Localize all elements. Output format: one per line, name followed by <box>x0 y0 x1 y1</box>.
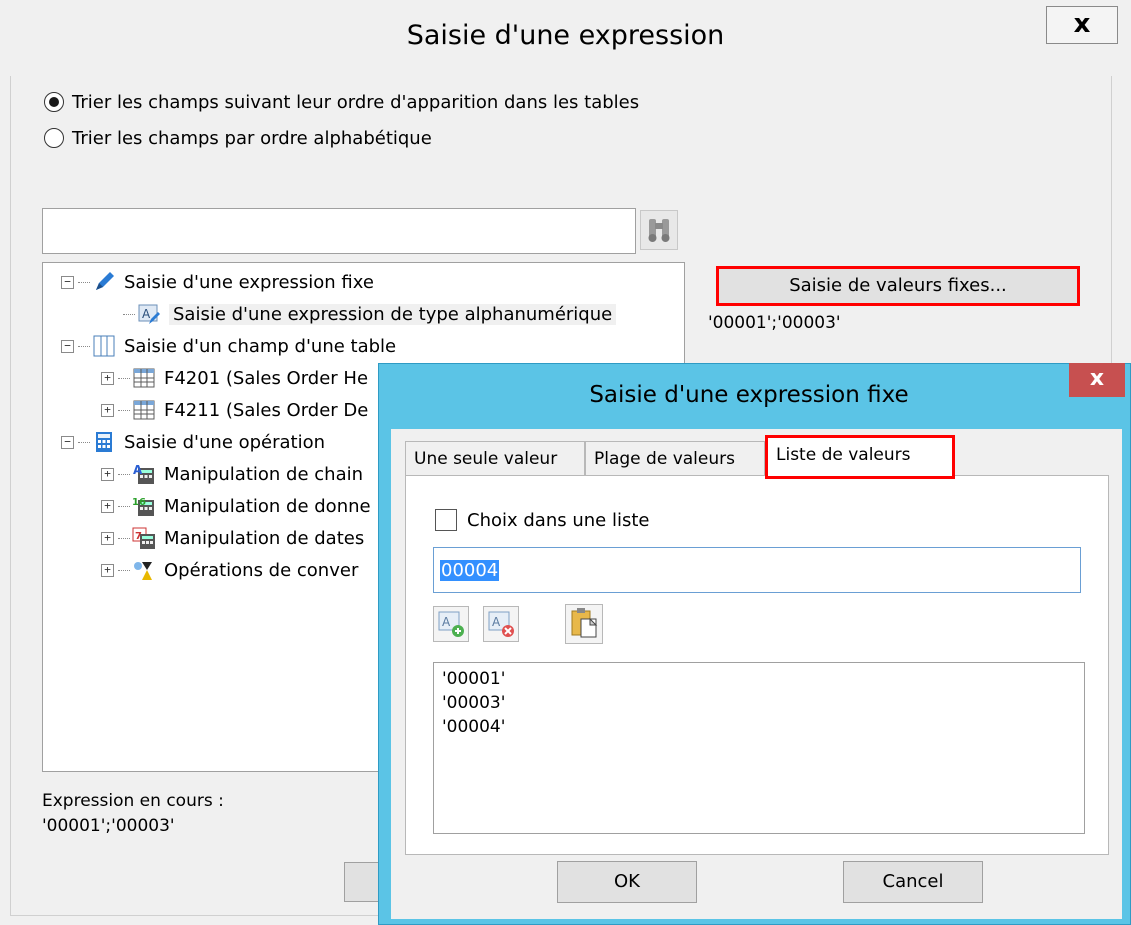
expand-toggle[interactable]: + <box>101 467 114 481</box>
value-input[interactable]: 00004 <box>433 547 1081 593</box>
collapse-toggle[interactable]: − <box>61 275 74 289</box>
svg-text:A: A <box>142 307 151 321</box>
pencil-icon <box>96 272 114 290</box>
svg-text:16: 16 <box>132 497 146 508</box>
number-calculator-icon: 16 <box>132 497 154 516</box>
remove-value-icon: A <box>488 611 514 637</box>
date-calculator-icon: 7 <box>132 527 155 549</box>
tab-single-value[interactable]: Une seule valeur <box>405 441 585 475</box>
sort-alphabetical-option[interactable]: Trier les champs par ordre alphabétique <box>44 124 432 152</box>
list-item[interactable]: '00003' <box>442 691 1076 715</box>
paste-button[interactable] <box>565 604 603 644</box>
tree-label: F4201 (Sales Order He <box>164 367 369 389</box>
tree-label: Saisie d'une expression de type alphanum… <box>169 303 617 325</box>
sort-by-table-order-label: Trier les champs suivant leur ordre d'ap… <box>72 91 640 113</box>
expand-toggle[interactable]: + <box>101 531 114 545</box>
tree-label: F4211 (Sales Order De <box>164 399 369 421</box>
table-columns-icon <box>93 335 115 357</box>
remove-value-button[interactable]: A <box>483 606 519 642</box>
paste-icon <box>571 608 598 638</box>
add-value-icon: A <box>438 611 464 637</box>
tree-label: Opérations de conver <box>164 559 359 581</box>
expand-toggle[interactable]: + <box>101 403 114 417</box>
close-button[interactable]: x <box>1069 363 1125 397</box>
value-input-text: 00004 <box>440 559 500 581</box>
values-list[interactable]: '00001' '00003' '00004' <box>433 662 1085 834</box>
fixed-values-button[interactable]: Saisie de valeurs fixes... <box>716 266 1080 306</box>
sort-by-table-order-option[interactable]: Trier les champs suivant leur ordre d'ap… <box>44 88 639 116</box>
dialog-body: Une seule valeur Plage de valeurs Liste … <box>391 429 1122 919</box>
tree-node-conversion-operations[interactable]: + Opérations de conver <box>101 555 358 585</box>
sort-alphabetical-label: Trier les champs par ordre alphabétique <box>72 127 432 149</box>
current-expression-label: Expression en cours : <box>42 791 224 811</box>
tree-node-operation[interactable]: − Saisie d'une opération <box>61 427 325 457</box>
svg-text:A: A <box>133 463 143 477</box>
conversion-icon <box>134 562 152 580</box>
tree-node-table-field[interactable]: − Saisie d'un champ d'une table <box>61 331 396 361</box>
fixed-expression-dialog: Saisie d'une expression fixe x Une seule… <box>378 363 1131 925</box>
svg-text:A: A <box>442 615 451 629</box>
alpha-edit-icon: A <box>138 304 160 324</box>
svg-text:A: A <box>492 615 501 629</box>
search-input[interactable] <box>42 208 636 254</box>
dialog-title: Saisie d'une expression <box>406 20 725 51</box>
fixed-values-summary: '00001';'00003' <box>708 313 841 333</box>
find-button[interactable] <box>640 210 678 250</box>
tree-label: Manipulation de dates <box>164 527 365 549</box>
tree-label: Saisie d'une opération <box>124 431 326 453</box>
choose-from-list-option[interactable]: Choix dans une liste <box>435 505 649 535</box>
expand-toggle[interactable]: + <box>101 563 114 577</box>
expand-toggle[interactable]: + <box>101 499 114 513</box>
add-value-button[interactable]: A <box>433 606 469 642</box>
tab-value-range[interactable]: Plage de valeurs <box>585 441 765 475</box>
tree-label: Manipulation de donne <box>164 495 371 517</box>
ok-button[interactable]: OK <box>557 861 697 903</box>
tree-node-data-manipulation[interactable]: + 16 Manipulation de donne <box>101 491 371 521</box>
list-item[interactable]: '00004' <box>442 715 1076 739</box>
close-button[interactable]: x <box>1046 6 1118 44</box>
checkbox-label: Choix dans une liste <box>467 509 650 531</box>
tree-label: Saisie d'une expression fixe <box>124 271 374 293</box>
checkbox[interactable] <box>435 509 457 531</box>
collapse-toggle[interactable]: − <box>61 435 74 449</box>
collapse-toggle[interactable]: − <box>61 339 74 353</box>
current-expression-value: '00001';'00003' <box>42 816 175 836</box>
tree-node-string-manipulation[interactable]: + A Manipulation de chain <box>101 459 363 489</box>
string-calculator-icon: A <box>133 463 154 484</box>
tab-value-list[interactable]: Liste de valeurs <box>765 435 955 479</box>
tree-node-f4201[interactable]: + F4201 (Sales Order He <box>101 363 368 393</box>
list-item[interactable]: '00001' <box>442 667 1076 691</box>
table-icon <box>133 368 155 388</box>
tree-label: Manipulation de chain <box>164 463 364 485</box>
calculator-icon <box>96 432 112 452</box>
title-bar: Saisie d'une expression x <box>0 0 1131 78</box>
table-icon <box>133 400 155 420</box>
tree-node-date-manipulation[interactable]: + 7 Manipulation de dates <box>101 523 364 553</box>
cancel-button[interactable]: Cancel <box>843 861 983 903</box>
radio-button[interactable] <box>44 128 64 148</box>
expand-toggle[interactable]: + <box>101 371 114 385</box>
dialog-title: Saisie d'une expression fixe <box>589 382 909 408</box>
tree-node-f4211[interactable]: + F4211 (Sales Order De <box>101 395 368 425</box>
tree-node-alphanumeric-expression[interactable]: A Saisie d'une expression de type alphan… <box>123 299 617 329</box>
tree-label: Saisie d'un champ d'une table <box>124 335 397 357</box>
tree-node-fixed-expression[interactable]: − Saisie d'une expression fixe <box>61 267 374 297</box>
binoculars-icon <box>648 219 670 242</box>
radio-button[interactable] <box>44 92 64 112</box>
